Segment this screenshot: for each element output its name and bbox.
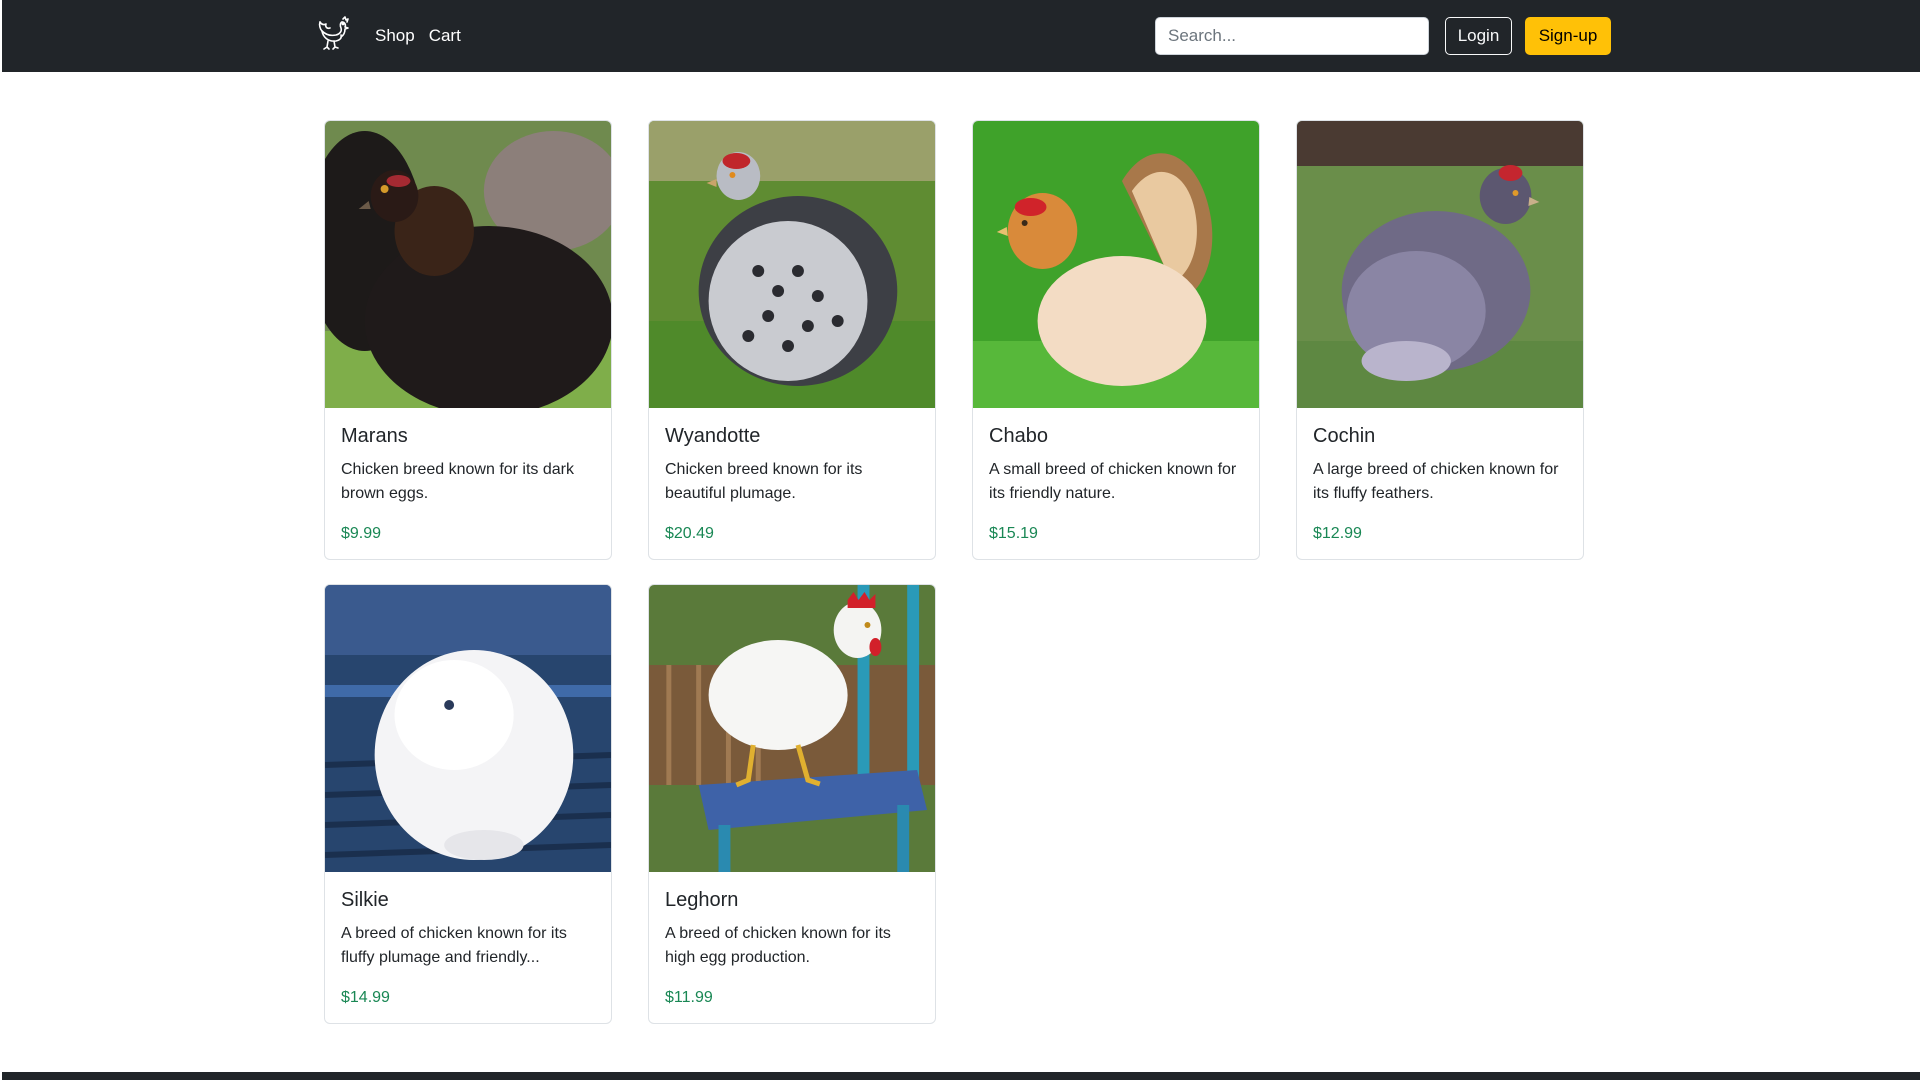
marans-photo (325, 121, 611, 408)
signup-button[interactable]: Sign-up (1525, 17, 1611, 55)
nav-link-shop[interactable]: Shop (375, 26, 415, 46)
product-price: $9.99 (341, 525, 382, 542)
product-grid: Marans Chicken breed known for its dark … (324, 120, 1585, 1024)
product-description: Chicken breed known for its dark brown e… (341, 461, 574, 502)
product-name: Marans (341, 425, 408, 447)
nav-link-cart[interactable]: Cart (429, 26, 461, 46)
silkie-photo (325, 585, 611, 872)
product-name: Chabo (989, 425, 1048, 447)
product-description: A breed of chicken known for its high eg… (665, 925, 891, 966)
chabo-photo (973, 121, 1259, 408)
product-description: A breed of chicken known for its fluffy … (341, 925, 567, 966)
product-description: Chicken breed known for its beautiful pl… (665, 461, 863, 502)
product-name: Silkie (341, 889, 389, 911)
chicken-logo-icon[interactable] (313, 14, 353, 58)
leghorn-photo (649, 585, 935, 872)
card-body: Silkie A breed of chicken known for its … (325, 872, 611, 1010)
card-body: Wyandotte Chicken breed known for its be… (649, 408, 935, 546)
login-button[interactable]: Login (1445, 17, 1512, 55)
product-card-leghorn[interactable]: Leghorn A breed of chicken known for its… (648, 584, 936, 1024)
product-card-chabo[interactable]: Chabo A small breed of chicken known for… (972, 120, 1260, 560)
product-card-silkie[interactable]: Silkie A breed of chicken known for its … (324, 584, 612, 1024)
navbar-inner: Shop Cart Login Sign-up (313, 0, 1611, 72)
cochin-photo (1297, 121, 1583, 408)
search-input[interactable] (1155, 17, 1429, 55)
product-name: Leghorn (665, 889, 739, 911)
card-body: Cochin A large breed of chicken known fo… (1297, 408, 1583, 546)
card-body: Chabo A small breed of chicken known for… (973, 408, 1259, 546)
product-description: A small breed of chicken known for its f… (989, 461, 1237, 502)
product-name: Wyandotte (665, 425, 761, 447)
product-card-cochin[interactable]: Cochin A large breed of chicken known fo… (1296, 120, 1584, 560)
card-body: Marans Chicken breed known for its dark … (325, 408, 611, 546)
product-price: $15.19 (989, 525, 1038, 542)
wyandotte-photo (649, 121, 935, 408)
product-price: $14.99 (341, 989, 390, 1006)
product-description: A large breed of chicken known for its f… (1313, 461, 1559, 502)
product-card-wyandotte[interactable]: Wyandotte Chicken breed known for its be… (648, 120, 936, 560)
product-price: $20.49 (665, 525, 714, 542)
footer (2, 1072, 1920, 1080)
card-body: Leghorn A breed of chicken known for its… (649, 872, 935, 1010)
navbar: Shop Cart Login Sign-up (2, 0, 1920, 72)
product-name: Cochin (1313, 425, 1376, 447)
product-price: $12.99 (1313, 525, 1362, 542)
product-price: $11.99 (665, 989, 713, 1006)
product-card-marans[interactable]: Marans Chicken breed known for its dark … (324, 120, 612, 560)
